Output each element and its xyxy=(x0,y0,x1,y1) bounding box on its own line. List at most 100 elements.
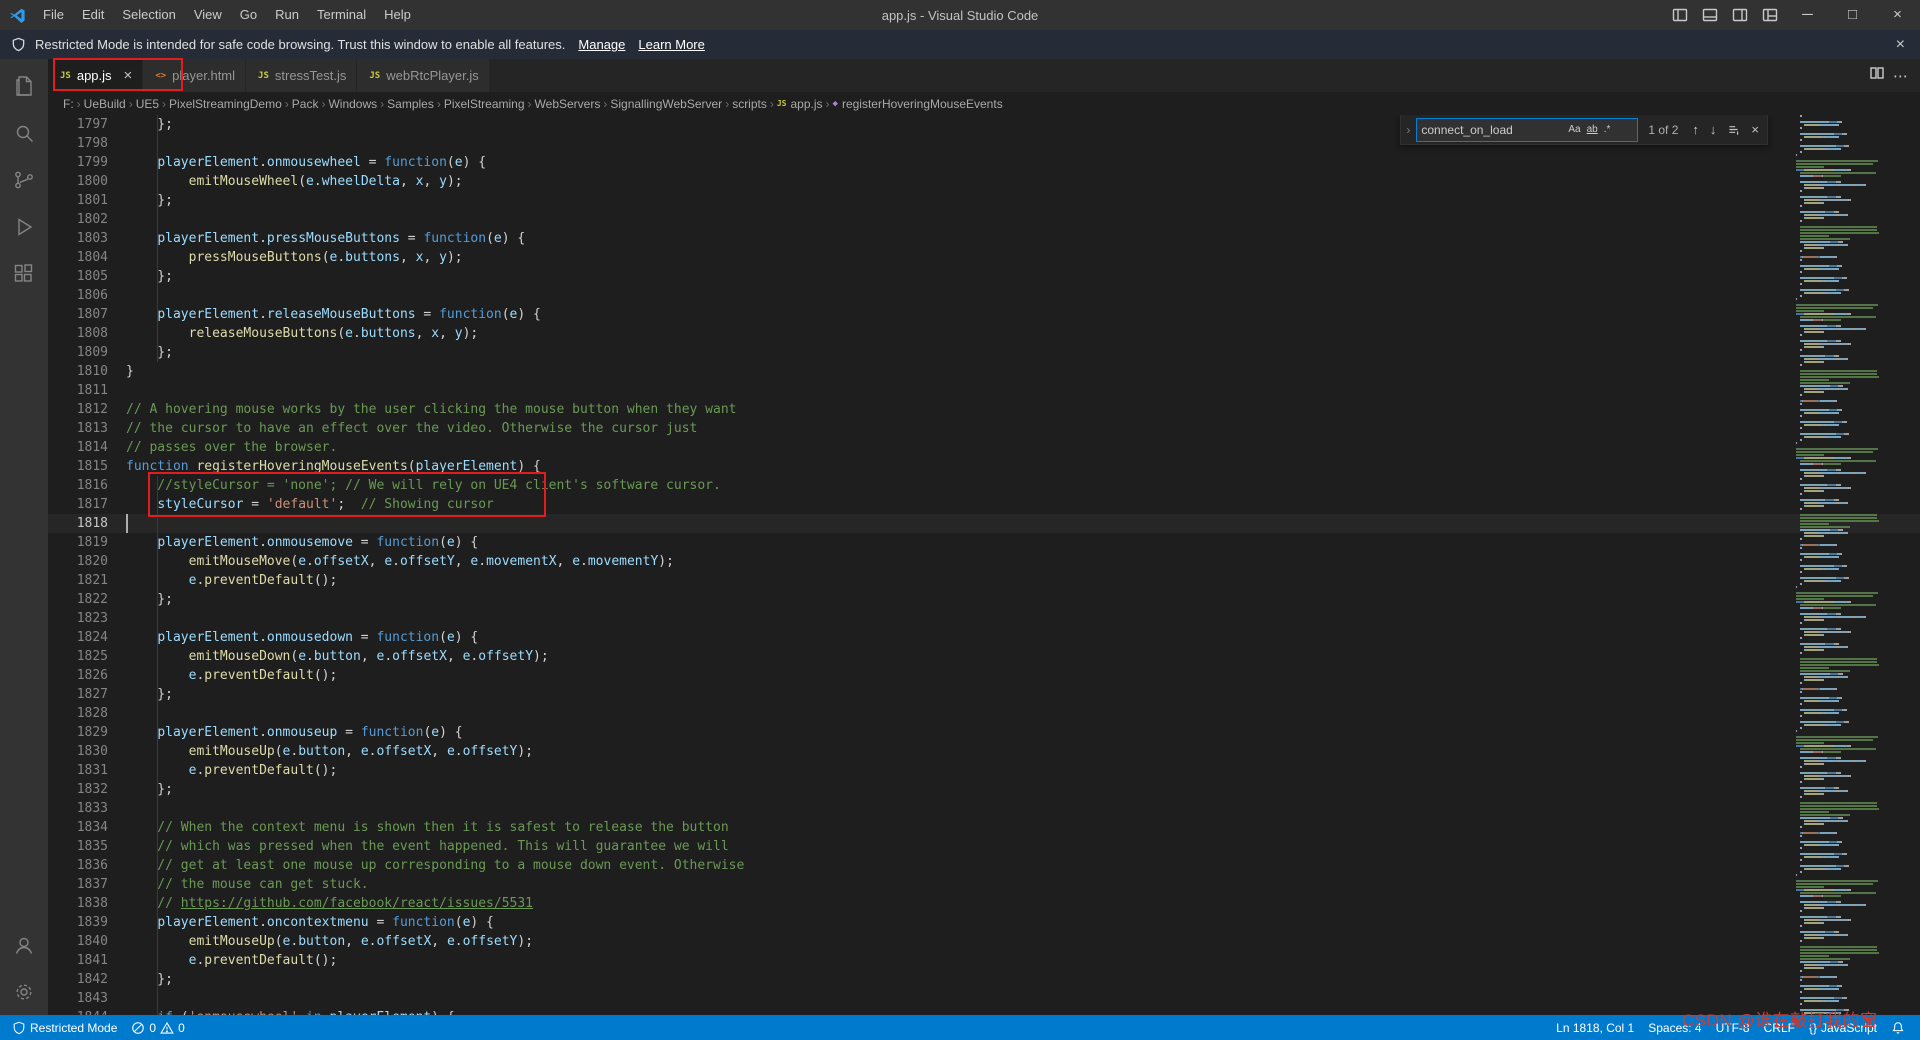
code-line-1816[interactable]: 1816 //styleCursor = 'none'; // We will … xyxy=(48,476,1920,495)
tab-webRtcPlayer.js[interactable]: JSwebRtcPlayer.js xyxy=(357,59,489,92)
breadcrumb-item[interactable]: scripts xyxy=(732,97,767,111)
code-line-1807[interactable]: 1807 playerElement.releaseMouseButtons =… xyxy=(48,305,1920,324)
code-line-1822[interactable]: 1822 }; xyxy=(48,590,1920,609)
breadcrumb-item[interactable]: F: xyxy=(63,97,74,111)
toggle-panel-icon[interactable] xyxy=(1695,0,1725,30)
code-line-1842[interactable]: 1842 }; xyxy=(48,970,1920,989)
breadcrumb-item[interactable]: PixelStreamingDemo xyxy=(169,97,282,111)
menu-run[interactable]: Run xyxy=(266,0,308,30)
minimize-button[interactable]: ─ xyxy=(1785,0,1830,30)
find-query-input[interactable] xyxy=(1417,123,1565,137)
code-line-1824[interactable]: 1824 playerElement.onmousedown = functio… xyxy=(48,628,1920,647)
code-line-1810[interactable]: 1810} xyxy=(48,362,1920,381)
code-line-1819[interactable]: 1819 playerElement.onmousemove = functio… xyxy=(48,533,1920,552)
code-line-1811[interactable]: 1811 xyxy=(48,381,1920,400)
explorer-icon[interactable] xyxy=(0,62,48,109)
breadcrumb-item[interactable]: Windows xyxy=(328,97,377,111)
menu-terminal[interactable]: Terminal xyxy=(308,0,375,30)
code-line-1840[interactable]: 1840 emitMouseUp(e.button, e.offsetX, e.… xyxy=(48,932,1920,951)
vertical-scrollbar[interactable] xyxy=(1906,115,1920,1015)
menu-view[interactable]: View xyxy=(185,0,231,30)
code-line-1832[interactable]: 1832 }; xyxy=(48,780,1920,799)
menu-file[interactable]: File xyxy=(34,0,73,30)
toggle-sidebar-icon[interactable] xyxy=(1665,0,1695,30)
breadcrumb-item[interactable]: SignallingWebServer xyxy=(610,97,722,111)
code-line-1802[interactable]: 1802 xyxy=(48,210,1920,229)
code-line-1843[interactable]: 1843 xyxy=(48,989,1920,1008)
whole-word-icon[interactable]: ab xyxy=(1584,123,1601,136)
code-line-1815[interactable]: 1815function registerHoveringMouseEvents… xyxy=(48,457,1920,476)
run-debug-icon[interactable] xyxy=(0,203,48,250)
code-line-1828[interactable]: 1828 xyxy=(48,704,1920,723)
menu-go[interactable]: Go xyxy=(231,0,266,30)
code-line-1814[interactable]: 1814// passes over the browser. xyxy=(48,438,1920,457)
code-line-1801[interactable]: 1801 }; xyxy=(48,191,1920,210)
menu-selection[interactable]: Selection xyxy=(113,0,184,30)
code-line-1804[interactable]: 1804 pressMouseButtons(e.buttons, x, y); xyxy=(48,248,1920,267)
breadcrumb-item[interactable]: UE5 xyxy=(136,97,159,111)
regex-icon[interactable]: .* xyxy=(1601,123,1614,136)
find-in-selection-icon[interactable] xyxy=(1723,121,1744,138)
code-line-1799[interactable]: 1799 playerElement.onmousewheel = functi… xyxy=(48,153,1920,172)
breadcrumb-item[interactable]: JSapp.js xyxy=(777,97,823,111)
code-line-1827[interactable]: 1827 }; xyxy=(48,685,1920,704)
code-line-1841[interactable]: 1841 e.preventDefault(); xyxy=(48,951,1920,970)
code-line-1826[interactable]: 1826 e.preventDefault(); xyxy=(48,666,1920,685)
code-line-1830[interactable]: 1830 emitMouseUp(e.button, e.offsetX, e.… xyxy=(48,742,1920,761)
code-line-1839[interactable]: 1839 playerElement.oncontextmenu = funct… xyxy=(48,913,1920,932)
close-window-button[interactable]: × xyxy=(1875,0,1920,30)
breadcrumb-item[interactable]: PixelStreaming xyxy=(444,97,525,111)
code-line-1837[interactable]: 1837 // the mouse can get stuck. xyxy=(48,875,1920,894)
code-line-1835[interactable]: 1835 // which was pressed when the event… xyxy=(48,837,1920,856)
code-line-1818[interactable]: 1818 xyxy=(48,514,1920,533)
banner-manage-link[interactable]: Manage xyxy=(578,37,625,52)
customize-layout-icon[interactable] xyxy=(1755,0,1785,30)
tab-app.js[interactable]: JSapp.js× xyxy=(48,59,143,92)
problems-status[interactable]: 0 0 xyxy=(124,1015,191,1040)
code-line-1834[interactable]: 1834 // When the context menu is shown t… xyxy=(48,818,1920,837)
breadcrumb-item[interactable]: Pack xyxy=(292,97,319,111)
code-line-1813[interactable]: 1813// the cursor to have an effect over… xyxy=(48,419,1920,438)
match-case-icon[interactable]: Aa xyxy=(1565,123,1583,136)
code-line-1831[interactable]: 1831 e.preventDefault(); xyxy=(48,761,1920,780)
code-line-1800[interactable]: 1800 emitMouseWheel(e.wheelDelta, x, y); xyxy=(48,172,1920,191)
extensions-icon[interactable] xyxy=(0,250,48,297)
code-line-1844[interactable]: 1844 if ('onmousewheel' in playerElement… xyxy=(48,1008,1920,1015)
find-input[interactable]: Aa ab .* xyxy=(1416,118,1638,142)
code-line-1836[interactable]: 1836 // get at least one mouse up corres… xyxy=(48,856,1920,875)
code-editor[interactable]: 1797 };17981799 playerElement.onmousewhe… xyxy=(48,115,1920,1015)
code-line-1803[interactable]: 1803 playerElement.pressMouseButtons = f… xyxy=(48,229,1920,248)
code-line-1821[interactable]: 1821 e.preventDefault(); xyxy=(48,571,1920,590)
split-editor-icon[interactable] xyxy=(1869,65,1885,86)
source-control-icon[interactable] xyxy=(0,156,48,203)
menu-edit[interactable]: Edit xyxy=(73,0,113,30)
search-icon[interactable] xyxy=(0,109,48,156)
code-line-1805[interactable]: 1805 }; xyxy=(48,267,1920,286)
account-icon[interactable] xyxy=(0,921,48,968)
code-line-1823[interactable]: 1823 xyxy=(48,609,1920,628)
restricted-mode-status[interactable]: Restricted Mode xyxy=(5,1015,124,1040)
cursor-position-status[interactable]: Ln 1818, Col 1 xyxy=(1549,1015,1641,1040)
code-line-1806[interactable]: 1806 xyxy=(48,286,1920,305)
banner-close-icon[interactable]: × xyxy=(1896,36,1905,54)
code-line-1838[interactable]: 1838 // https://github.com/facebook/reac… xyxy=(48,894,1920,913)
more-actions-icon[interactable]: ⋯ xyxy=(1893,67,1908,85)
code-line-1833[interactable]: 1833 xyxy=(48,799,1920,818)
notifications-bell-icon[interactable] xyxy=(1884,1015,1912,1040)
breadcrumb-item[interactable]: ◆registerHoveringMouseEvents xyxy=(833,97,1003,111)
code-line-1829[interactable]: 1829 playerElement.onmouseup = function(… xyxy=(48,723,1920,742)
toggle-replace-icon[interactable]: › xyxy=(1403,123,1413,137)
code-line-1820[interactable]: 1820 emitMouseMove(e.offsetX, e.offsetY,… xyxy=(48,552,1920,571)
breadcrumb-item[interactable]: UeBuild xyxy=(84,97,126,111)
code-line-1808[interactable]: 1808 releaseMouseButtons(e.buttons, x, y… xyxy=(48,324,1920,343)
toggle-secondary-sidebar-icon[interactable] xyxy=(1725,0,1755,30)
banner-learn-more-link[interactable]: Learn More xyxy=(638,37,704,52)
next-match-icon[interactable]: ↓ xyxy=(1706,120,1721,139)
close-find-icon[interactable]: × xyxy=(1747,120,1763,139)
code-line-1809[interactable]: 1809 }; xyxy=(48,343,1920,362)
previous-match-icon[interactable]: ↑ xyxy=(1688,120,1703,139)
code-line-1817[interactable]: 1817 styleCursor = 'default'; // Showing… xyxy=(48,495,1920,514)
settings-gear-icon[interactable] xyxy=(0,968,48,1015)
code-line-1812[interactable]: 1812// A hovering mouse works by the use… xyxy=(48,400,1920,419)
minimap[interactable] xyxy=(1796,115,1906,1015)
